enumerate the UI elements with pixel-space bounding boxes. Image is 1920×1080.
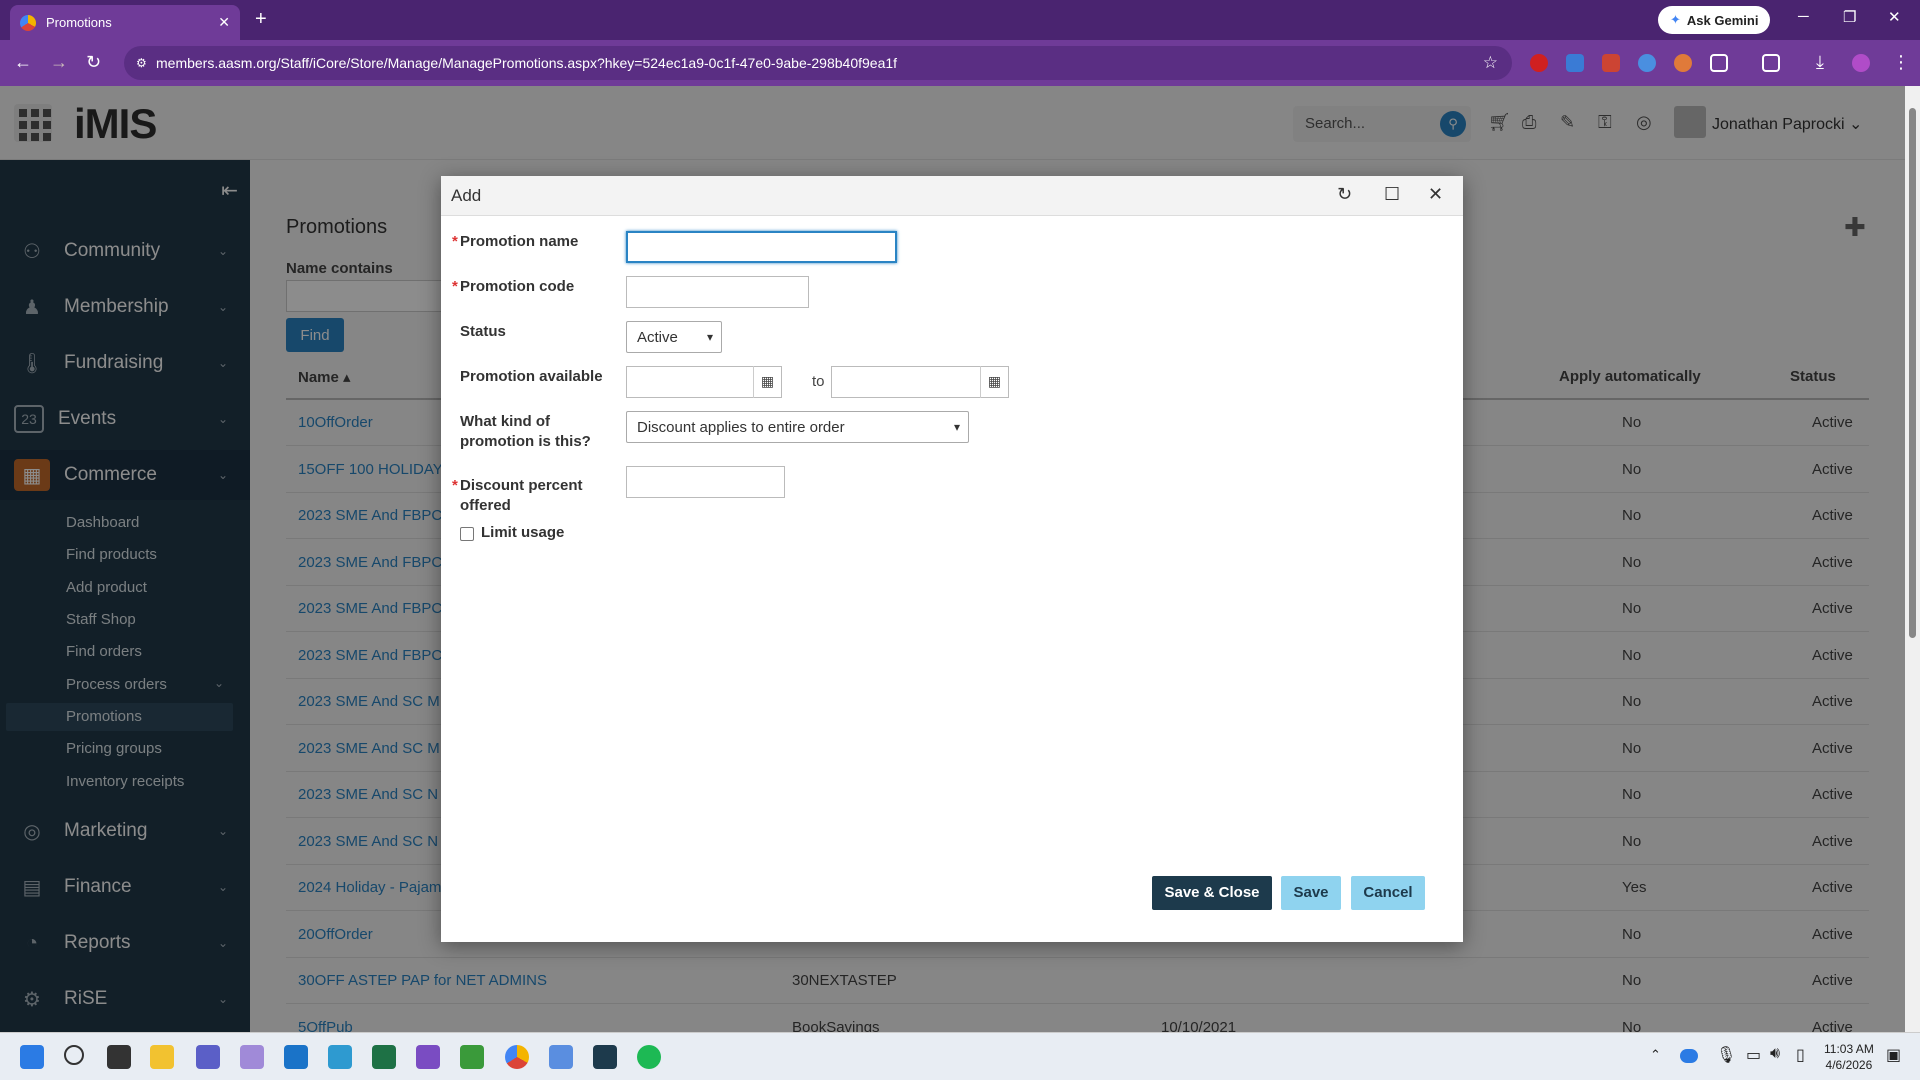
back-icon[interactable]: ← <box>14 52 32 73</box>
discount-label-line2: offered <box>460 497 511 514</box>
close-tab-icon[interactable]: ✕ <box>218 14 230 31</box>
forward-icon[interactable]: → <box>50 52 68 73</box>
extensions-puzzle-icon[interactable] <box>1710 54 1728 72</box>
address-toolbar: ← → ↻ ⚙ members.aasm.org/Staff/iCore/Sto… <box>0 40 1920 86</box>
promotion-kind-label-line2: promotion is this? <box>460 433 591 450</box>
restore-icon[interactable]: ❐ <box>1843 8 1856 26</box>
app-icon[interactable] <box>460 1045 484 1069</box>
profile-avatar-icon[interactable] <box>1852 54 1870 72</box>
browser-tabbar: Promotions ✕ + ✦ Ask Gemini ─ ❐ ✕ <box>0 0 1920 40</box>
scrollbar-thumb[interactable] <box>1909 108 1916 638</box>
promotion-code-label: Promotion code <box>460 278 575 295</box>
limit-usage-checkbox[interactable] <box>460 527 474 541</box>
browser-menu-icon[interactable]: ⋮ <box>1892 52 1910 73</box>
extension-icon[interactable] <box>1566 54 1584 72</box>
limit-usage-label[interactable]: Limit usage <box>481 524 564 541</box>
url-text: members.aasm.org/Staff/iCore/Store/Manag… <box>156 55 898 71</box>
required-asterisk: * <box>452 233 458 250</box>
ask-gemini-label: Ask Gemini <box>1686 12 1759 28</box>
chrome-icon[interactable] <box>505 1045 529 1069</box>
ask-gemini-button[interactable]: ✦ Ask Gemini <box>1658 6 1771 34</box>
tray-chevron-icon[interactable]: ⌃ <box>1650 1047 1661 1063</box>
close-icon[interactable]: ✕ <box>1428 184 1443 205</box>
battery-icon[interactable]: ▯ <box>1796 1045 1805 1065</box>
cancel-button[interactable]: Cancel <box>1351 876 1425 910</box>
spotify-icon[interactable] <box>637 1045 661 1069</box>
minimize-icon[interactable]: ─ <box>1798 8 1809 25</box>
save-close-button[interactable]: Save & Close <box>1152 876 1272 910</box>
onedrive-icon[interactable] <box>1680 1049 1698 1063</box>
app-icon[interactable] <box>593 1045 617 1069</box>
file-explorer-icon[interactable] <box>150 1045 174 1069</box>
extension-icon[interactable] <box>1674 54 1692 72</box>
app-icon[interactable] <box>328 1045 352 1069</box>
bookmark-star-icon[interactable]: ☆ <box>1483 46 1498 80</box>
promotion-name-label: Promotion name <box>460 233 579 250</box>
snipping-tool-icon[interactable] <box>240 1045 264 1069</box>
excel-icon[interactable] <box>372 1045 396 1069</box>
extension-icon[interactable] <box>1602 54 1620 72</box>
microphone-icon[interactable]: 🎙︎ <box>1716 1045 1736 1065</box>
promotion-kind-label: What kind of promotion is this? <box>460 412 591 452</box>
status-label: Status <box>460 323 506 340</box>
discount-percent-label: Discount percent offered <box>460 476 583 516</box>
url-bar[interactable]: ⚙ members.aasm.org/Staff/iCore/Store/Man… <box>124 46 1512 80</box>
windows-start-icon[interactable] <box>20 1045 44 1069</box>
clock[interactable]: 11:03 AM 4/6/2026 <box>1824 1041 1874 1073</box>
save-button[interactable]: Save <box>1281 876 1341 910</box>
required-asterisk: * <box>452 477 458 494</box>
dialog-title: Add <box>451 186 482 205</box>
maximize-icon[interactable]: ☐ <box>1384 184 1400 205</box>
promotion-code-input[interactable] <box>626 276 809 308</box>
promotion-kind-label-line1: What kind of <box>460 413 550 430</box>
status-select-value: Active <box>637 329 678 346</box>
extension-icon[interactable] <box>1638 54 1656 72</box>
page-scrollbar[interactable] <box>1905 86 1920 1032</box>
refresh-icon[interactable]: ↻ <box>1337 184 1352 205</box>
promotion-kind-value: Discount applies to entire order <box>637 419 845 436</box>
gemini-icon: ✦ <box>1670 12 1681 27</box>
discount-label-line1: Discount percent <box>460 477 583 494</box>
clock-time: 11:03 AM <box>1824 1042 1874 1056</box>
calendar-icon[interactable]: ▦ <box>753 366 781 398</box>
status-select[interactable]: Active ▾ <box>626 321 722 353</box>
app-icon[interactable] <box>549 1045 573 1069</box>
browser-tab[interactable]: Promotions ✕ <box>10 5 240 40</box>
reload-icon[interactable]: ↻ <box>86 52 101 73</box>
promotion-name-input[interactable] <box>626 231 897 263</box>
task-view-icon[interactable] <box>107 1045 131 1069</box>
taskbar-search-icon[interactable] <box>64 1045 84 1065</box>
site-favicon-icon <box>20 14 36 31</box>
to-label: to <box>812 373 825 390</box>
download-icon[interactable]: ⤓ <box>1816 52 1824 73</box>
clock-date: 4/6/2026 <box>1825 1058 1873 1072</box>
required-asterisk: * <box>452 278 458 295</box>
add-promotion-dialog: Add ↻ ☐ ✕ * Promotion name * Promotion c… <box>441 176 1463 942</box>
site-info-icon[interactable]: ⚙ <box>136 46 147 80</box>
promotion-kind-select[interactable]: Discount applies to entire order ▾ <box>626 411 969 443</box>
new-tab-icon[interactable]: + <box>255 8 267 31</box>
teams-icon[interactable] <box>196 1045 220 1069</box>
discount-percent-input[interactable] <box>626 466 785 498</box>
promotion-available-label: Promotion available <box>460 368 603 385</box>
volume-icon[interactable]: 🔊︎ <box>1770 1045 1780 1063</box>
windows-taskbar: ⌃ 🎙︎ ▭ 🔊︎ ▯ 11:03 AM 4/6/2026 ▣ <box>0 1032 1920 1080</box>
extension-icon[interactable] <box>1530 54 1548 72</box>
outlook-icon[interactable] <box>284 1045 308 1069</box>
chevron-down-icon: ▾ <box>953 420 960 434</box>
available-to-input[interactable]: ▦ <box>831 366 1009 398</box>
notification-icon[interactable]: ▣ <box>1886 1045 1901 1065</box>
available-from-input[interactable]: ▦ <box>626 366 782 398</box>
chevron-down-icon: ▾ <box>706 330 713 344</box>
tab-search-icon[interactable] <box>1762 54 1780 72</box>
dialog-header: Add ↻ ☐ ✕ <box>441 176 1463 216</box>
calendar-icon[interactable]: ▦ <box>980 366 1008 398</box>
visual-studio-icon[interactable] <box>416 1045 440 1069</box>
tab-title: Promotions <box>46 15 112 30</box>
network-icon[interactable]: ▭ <box>1746 1045 1761 1065</box>
window-close-icon[interactable]: ✕ <box>1888 8 1901 26</box>
